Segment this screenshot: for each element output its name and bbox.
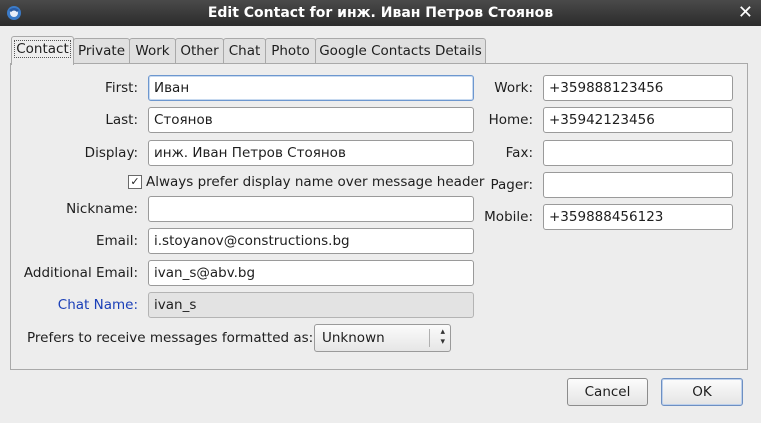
nickname-input[interactable] [148, 196, 474, 222]
work-phone-label: Work: [494, 80, 533, 96]
ok-button[interactable]: OK [661, 378, 743, 406]
display-name-label: Display: [84, 145, 138, 161]
title-bar[interactable]: Edit Contact for инж. Иван Петров Стояно… [0, 0, 761, 26]
mobile-phone-label: Mobile: [484, 209, 533, 225]
cancel-button[interactable]: Cancel [567, 378, 648, 406]
tab-chat[interactable]: Chat [223, 38, 266, 63]
additional-email-label: Additional Email: [23, 265, 138, 281]
prefer-display-name-label[interactable]: Always prefer display name over message … [146, 174, 484, 190]
pager-label: Pager: [490, 177, 533, 193]
tab-private[interactable]: Private [73, 38, 130, 63]
email-input[interactable] [148, 228, 474, 254]
select-separator [429, 329, 430, 347]
last-name-label: Last: [105, 112, 138, 128]
window-title: Edit Contact for инж. Иван Петров Стояно… [207, 5, 554, 21]
prefer-display-name-checkbox[interactable]: ✓ [128, 175, 142, 189]
edit-contact-dialog: Edit Contact for инж. Иван Петров Стояно… [0, 0, 761, 423]
first-name-input[interactable] [148, 75, 474, 101]
pager-input[interactable] [543, 172, 733, 198]
tab-google-contacts-details[interactable]: Google Contacts Details [315, 38, 486, 63]
tab-photo[interactable]: Photo [265, 38, 316, 63]
message-format-label: Prefers to receive messages formatted as… [27, 330, 314, 346]
nickname-label: Nickname: [66, 201, 138, 217]
home-phone-input[interactable] [543, 107, 733, 133]
tab-other[interactable]: Other [175, 38, 224, 63]
home-phone-label: Home: [488, 112, 533, 128]
additional-email-input[interactable] [148, 260, 474, 286]
message-format-value: Unknown [322, 330, 385, 346]
first-name-label: First: [105, 80, 138, 96]
email-label: Email: [95, 233, 138, 249]
message-format-select[interactable]: Unknown ▴ ▾ [314, 324, 451, 352]
work-phone-input[interactable] [543, 75, 733, 101]
display-name-input[interactable] [148, 140, 474, 166]
chat-name-input [148, 292, 474, 318]
mobile-phone-input[interactable] [543, 204, 733, 230]
tab-contact[interactable]: Contact [11, 36, 74, 65]
fax-label: Fax: [505, 145, 533, 161]
updown-arrows-icon: ▴ ▾ [440, 327, 445, 347]
last-name-input[interactable] [148, 107, 474, 133]
chat-name-label: Chat Name: [57, 297, 138, 313]
close-icon[interactable]: ✕ [738, 2, 753, 23]
tab-work[interactable]: Work [129, 38, 176, 63]
fax-input[interactable] [543, 140, 733, 166]
